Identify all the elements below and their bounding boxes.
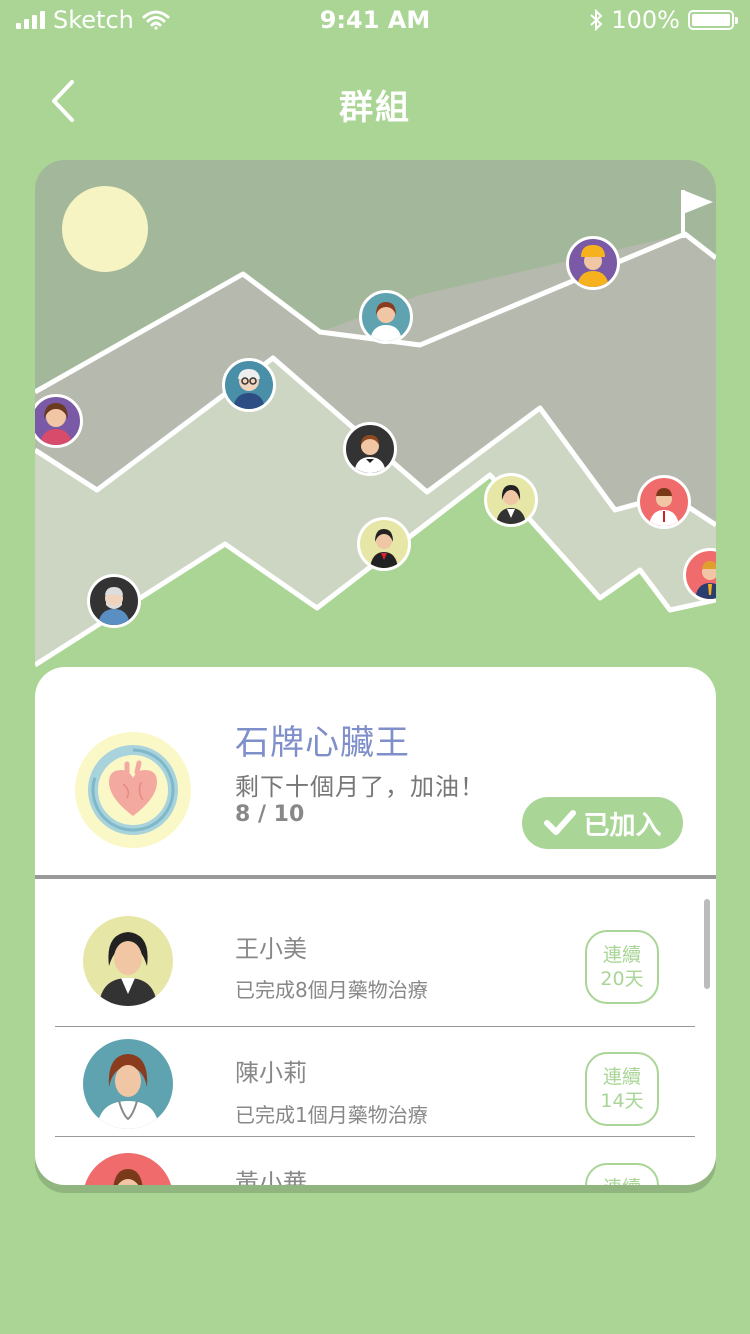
joined-label: 已加入 [583,810,662,841]
member-pin-avatar[interactable] [357,517,411,571]
checkmark-icon [544,810,577,835]
status-bar: Sketch 9:41 AM 100% [0,0,750,40]
member-name: 王小美 [235,935,307,963]
list-item[interactable]: 陳小莉 已完成1個月藥物治療 連續 14天 [55,1027,695,1139]
battery-label: 100% [611,6,680,34]
member-pin-avatar[interactable] [87,574,141,628]
challenge-message: 剩下十個月了，加油！ [235,773,485,801]
challenge-title: 石牌心臟王 [235,723,410,763]
avatar [83,916,173,1006]
member-pin-avatar[interactable] [343,422,397,476]
list-item[interactable]: 黃小華 連續 [55,1141,695,1185]
avatar [83,1039,173,1129]
streak-badge: 連續 20天 [585,930,659,1004]
sun-icon [62,186,148,272]
bluetooth-icon [590,9,603,31]
status-right: 100% [589,6,738,34]
page-title: 群組 [339,88,411,128]
member-pin-avatar[interactable] [484,473,538,527]
member-name: 黃小華 [235,1169,307,1185]
heart-icon [88,745,178,835]
member-desc: 已完成1個月藥物治療 [235,1103,428,1127]
battery-icon [688,10,738,30]
member-pin-avatar[interactable] [683,548,716,602]
row-divider [55,1136,695,1137]
member-desc: 已完成8個月藥物治療 [235,978,428,1002]
member-pin-avatar[interactable] [359,290,413,344]
member-name: 陳小莉 [235,1059,307,1087]
member-list[interactable]: 王小美 已完成8個月藥物治療 連續 20天 陳小莉 已完成1個月藥物治療 連續 … [35,879,716,1185]
challenge-badge [75,732,191,848]
member-pin-avatar[interactable] [566,236,620,290]
challenge-progress: 8 / 10 [235,802,305,827]
scrollbar[interactable] [704,899,710,989]
challenge-card: 石牌心臟王 剩下十個月了，加油！ 8 / 10 已加入 王小美 已完成8個月藥物… [35,667,716,1185]
avatar [83,1153,173,1185]
joined-button[interactable]: 已加入 [522,797,683,849]
member-pin-avatar[interactable] [637,475,691,529]
member-pin-avatar[interactable] [222,358,276,412]
streak-badge: 連續 14天 [585,1052,659,1126]
list-item[interactable]: 王小美 已完成8個月藥物治療 連續 20天 [55,879,695,1027]
streak-badge: 連續 [585,1163,659,1185]
progress-map [35,160,716,680]
member-pin-avatar[interactable] [35,394,83,448]
